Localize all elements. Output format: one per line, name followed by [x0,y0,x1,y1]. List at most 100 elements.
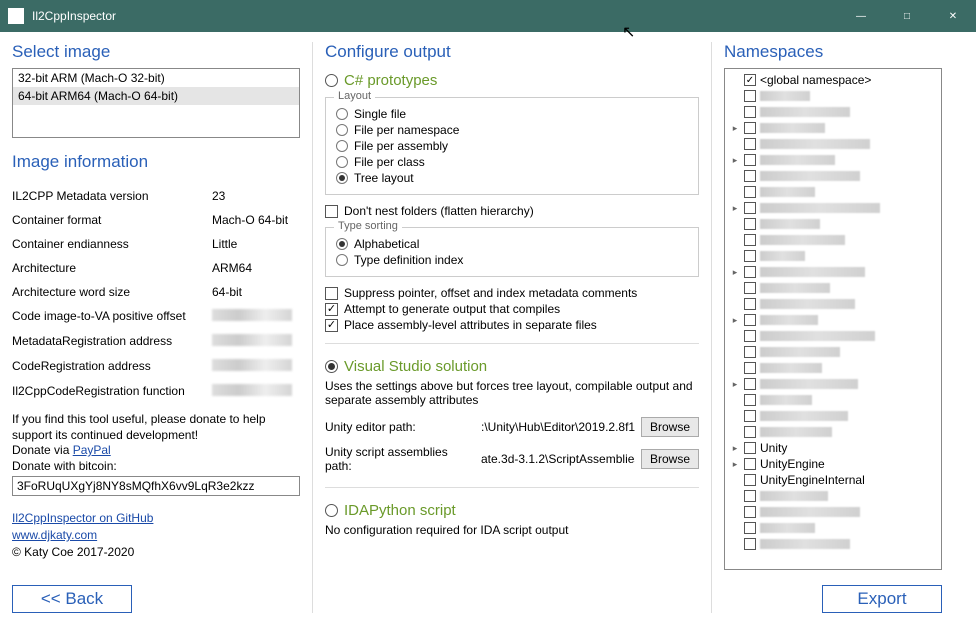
layout-option[interactable]: File per namespace [336,122,688,138]
bitcoin-address-input[interactable] [12,476,300,496]
image-info-heading: Image information [12,152,300,172]
unity-editor-path-label: Unity editor path: [325,420,475,434]
checkbox-icon [744,154,756,166]
namespace-item-redacted[interactable] [728,296,938,312]
namespaces-heading: Namespaces [724,42,942,62]
checkbox-icon [744,442,756,454]
paypal-link[interactable]: PayPal [73,443,111,457]
namespace-item-redacted[interactable] [728,232,938,248]
info-value-redacted [212,309,300,324]
info-value: ARM64 [212,261,300,275]
namespace-item-redacted[interactable] [728,344,938,360]
namespace-item-redacted[interactable] [728,488,938,504]
radio-icon [336,108,348,120]
namespace-item-redacted[interactable] [728,520,938,536]
compile-checkbox[interactable]: Attempt to generate output that compiles [325,301,699,317]
namespace-item-redacted[interactable]: ▸ [728,312,938,328]
namespace-item-redacted[interactable] [728,536,938,552]
layout-option[interactable]: File per class [336,154,688,170]
app-icon [8,8,24,24]
radio-icon [336,140,348,152]
namespace-item-redacted[interactable]: ▸ [728,200,938,216]
info-value: 64-bit [212,285,300,299]
namespace-label: UnityEngineInternal [760,473,865,487]
idapython-desc: No configuration required for IDA script… [325,523,699,537]
namespace-item-redacted[interactable] [728,360,938,376]
namespace-item-redacted[interactable] [728,280,938,296]
donate-text: If you find this tool useful, please don… [12,412,300,443]
namespaces-panel: Namespaces <global namespace> ▸ ▸ ▸ ▸ ▸ [712,42,942,613]
namespace-item-redacted[interactable] [728,184,938,200]
checkbox-icon [744,90,756,102]
layout-option[interactable]: File per assembly [336,138,688,154]
flatten-checkbox[interactable]: Don't nest folders (flatten hierarchy) [325,203,699,219]
layout-option-label: Tree layout [354,171,414,185]
csharp-prototypes-option[interactable]: C# prototypes [325,72,699,89]
namespace-item-unityengineinternal[interactable]: UnityEngineInternal [728,472,938,488]
radio-icon [325,74,338,87]
sort-option-label: Type definition index [354,253,463,267]
configure-output-heading: Configure output [325,42,699,62]
namespace-item-redacted[interactable] [728,216,938,232]
maximize-button[interactable]: □ [884,0,930,32]
browse-button[interactable]: Browse [641,417,699,437]
image-listbox[interactable]: 32-bit ARM (Mach-O 32-bit) 64-bit ARM64 … [12,68,300,138]
csharp-prototypes-label: C# prototypes [344,72,437,89]
checkbox-icon [325,319,338,332]
checkbox-icon [744,282,756,294]
info-key: Architecture [12,261,212,275]
namespace-item-redacted[interactable] [728,168,938,184]
image-list-item[interactable]: 32-bit ARM (Mach-O 32-bit) [13,69,299,87]
donate-block: If you find this tool useful, please don… [12,412,300,496]
namespace-item-redacted[interactable] [728,248,938,264]
visual-studio-desc: Uses the settings above but forces tree … [325,379,699,407]
suppress-checkbox[interactable]: Suppress pointer, offset and index metad… [325,285,699,301]
namespace-item-redacted[interactable]: ▸ [728,120,938,136]
info-key: Container endianness [12,237,212,251]
info-value-redacted [212,359,300,374]
sort-option[interactable]: Alphabetical [336,236,688,252]
namespace-item-redacted[interactable] [728,136,938,152]
namespace-item-redacted[interactable] [728,104,938,120]
copyright-text: © Katy Coe 2017-2020 [12,544,300,561]
close-button[interactable]: ✕ [930,0,976,32]
namespace-item-unityengine[interactable]: ▸UnityEngine [728,456,938,472]
export-button[interactable]: Export [822,585,942,613]
layout-option[interactable]: Single file [336,106,688,122]
idapython-option[interactable]: IDAPython script [325,502,699,519]
idapython-label: IDAPython script [344,502,456,519]
namespace-item-redacted[interactable]: ▸ [728,152,938,168]
checkbox-icon [744,330,756,342]
checkbox-icon [744,186,756,198]
back-button[interactable]: << Back [12,585,132,613]
radio-icon [336,238,348,250]
website-link[interactable]: www.djkaty.com [12,528,97,542]
checkbox-icon [744,538,756,550]
namespace-item-redacted[interactable] [728,392,938,408]
namespace-item-redacted[interactable] [728,504,938,520]
left-panel: Select image 32-bit ARM (Mach-O 32-bit) … [12,42,312,613]
namespace-item-redacted[interactable]: ▸ [728,376,938,392]
namespace-item-redacted[interactable] [728,424,938,440]
sort-option[interactable]: Type definition index [336,252,688,268]
image-list-item[interactable]: 64-bit ARM64 (Mach-O 64-bit) [13,87,299,105]
layout-option[interactable]: Tree layout [336,170,688,186]
browse-button[interactable]: Browse [641,449,699,469]
minimize-button[interactable]: — [838,0,884,32]
namespace-item-redacted[interactable]: ▸ [728,264,938,280]
info-key: MetadataRegistration address [12,334,212,349]
namespace-item-unity[interactable]: ▸Unity [728,440,938,456]
layout-fieldset: Layout Single file File per namespace Fi… [325,97,699,195]
visual-studio-option[interactable]: Visual Studio solution [325,358,699,375]
namespace-item-redacted[interactable] [728,408,938,424]
assembly-attr-checkbox[interactable]: Place assembly-level attributes in separ… [325,317,699,333]
namespace-item-redacted[interactable] [728,88,938,104]
suppress-label: Suppress pointer, offset and index metad… [344,286,637,300]
layout-option-label: File per assembly [354,139,448,153]
info-value-redacted [212,384,300,399]
namespace-item-global[interactable]: <global namespace> [728,72,938,88]
namespace-item-redacted[interactable] [728,328,938,344]
namespaces-tree[interactable]: <global namespace> ▸ ▸ ▸ ▸ ▸ ▸ [724,68,942,570]
github-link[interactable]: Il2CppInspector on GitHub [12,511,153,525]
window-title: Il2CppInspector [32,9,838,23]
